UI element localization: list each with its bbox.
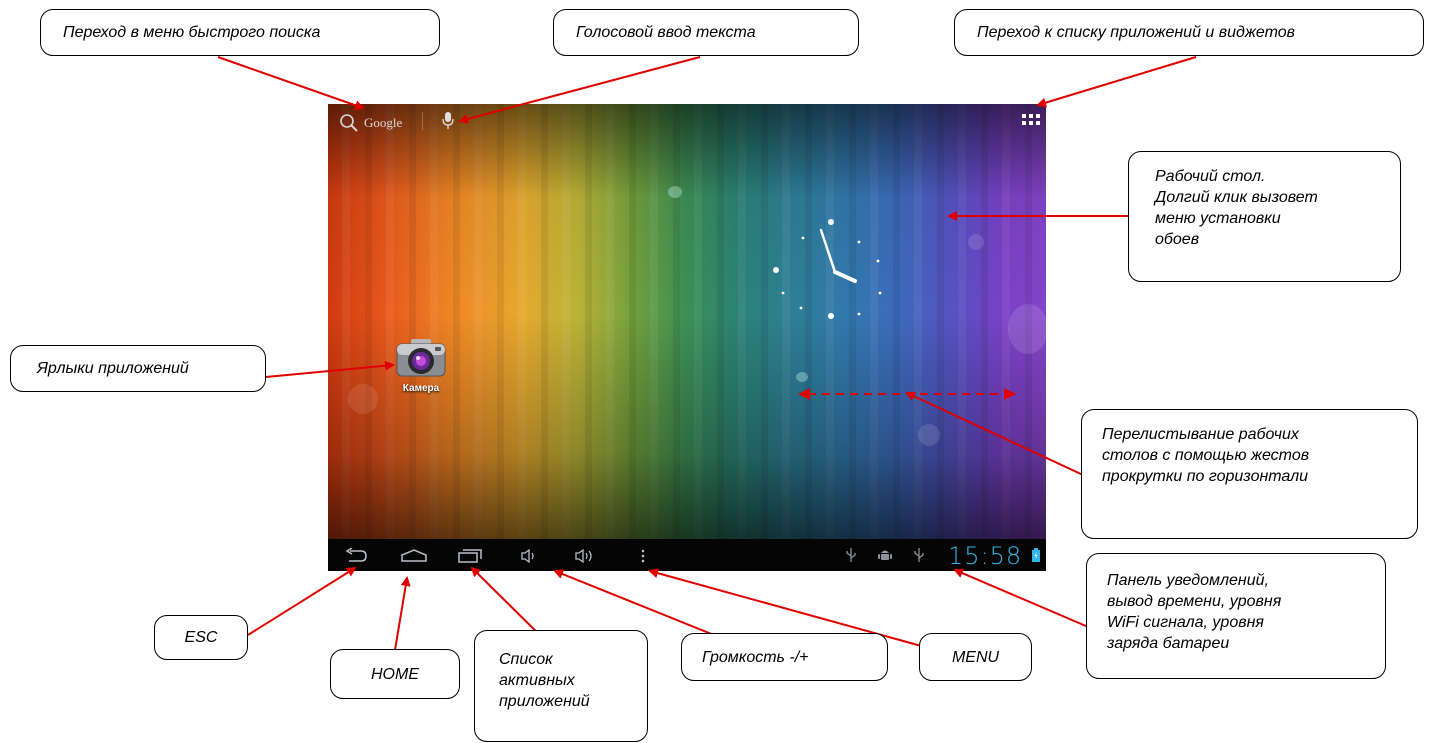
arrow-quick-search bbox=[217, 56, 365, 111]
callout-esc: ESC bbox=[154, 615, 248, 660]
callout-desktop: Рабочий стол. Долгий клик вызовет меню у… bbox=[1128, 151, 1401, 282]
callout-recent-apps: Список активных приложений bbox=[474, 630, 648, 742]
callout-volume-text: Громкость -/+ bbox=[702, 648, 809, 666]
arrow-swipe bbox=[905, 391, 1084, 476]
arrow-app-shortcuts bbox=[265, 360, 395, 378]
callout-swipe-text: Перелистывание рабочих столов с помощью … bbox=[1102, 426, 1310, 485]
callout-app-shortcuts-text: Ярлыки приложений bbox=[37, 360, 189, 377]
callout-menu-text: MENU bbox=[951, 648, 1000, 666]
callout-recent-apps-text: Список активных приложений bbox=[499, 651, 590, 710]
arrow-home bbox=[394, 576, 411, 651]
arrow-esc bbox=[247, 566, 357, 636]
callout-app-shortcuts: Ярлыки приложений bbox=[10, 345, 266, 392]
callout-swipe: Перелистывание рабочих столов с помощью … bbox=[1081, 409, 1418, 539]
callout-notifications-text: Панель уведомлений, вывод времени, уровн… bbox=[1107, 572, 1282, 652]
arrow-voice-input bbox=[458, 56, 701, 124]
callout-quick-search-text: Переход в меню быстрого поиска bbox=[63, 24, 321, 41]
callout-apps-widgets: Переход к списку приложений и виджетов bbox=[954, 9, 1424, 56]
callout-quick-search: Переход в меню быстрого поиска bbox=[40, 9, 440, 56]
callout-voice-input: Голосовой ввод текста bbox=[553, 9, 859, 56]
callout-voice-input-text: Голосовой ввод текста bbox=[576, 24, 756, 41]
callout-notifications: Панель уведомлений, вывод времени, уровн… bbox=[1086, 553, 1386, 679]
arrow-apps-widgets bbox=[1036, 56, 1197, 108]
callout-home-text: HOME bbox=[371, 665, 419, 683]
callout-apps-widgets-text: Переход к списку приложений и виджетов bbox=[977, 24, 1295, 41]
callout-desktop-text: Рабочий стол. Долгий клик вызовет меню у… bbox=[1155, 168, 1318, 248]
callout-volume: Громкость -/+ bbox=[681, 633, 888, 681]
callout-esc-text: ESC bbox=[184, 629, 218, 646]
callout-menu: MENU bbox=[919, 633, 1032, 681]
callout-home: HOME bbox=[330, 649, 460, 699]
arrow-notifications bbox=[953, 568, 1108, 636]
